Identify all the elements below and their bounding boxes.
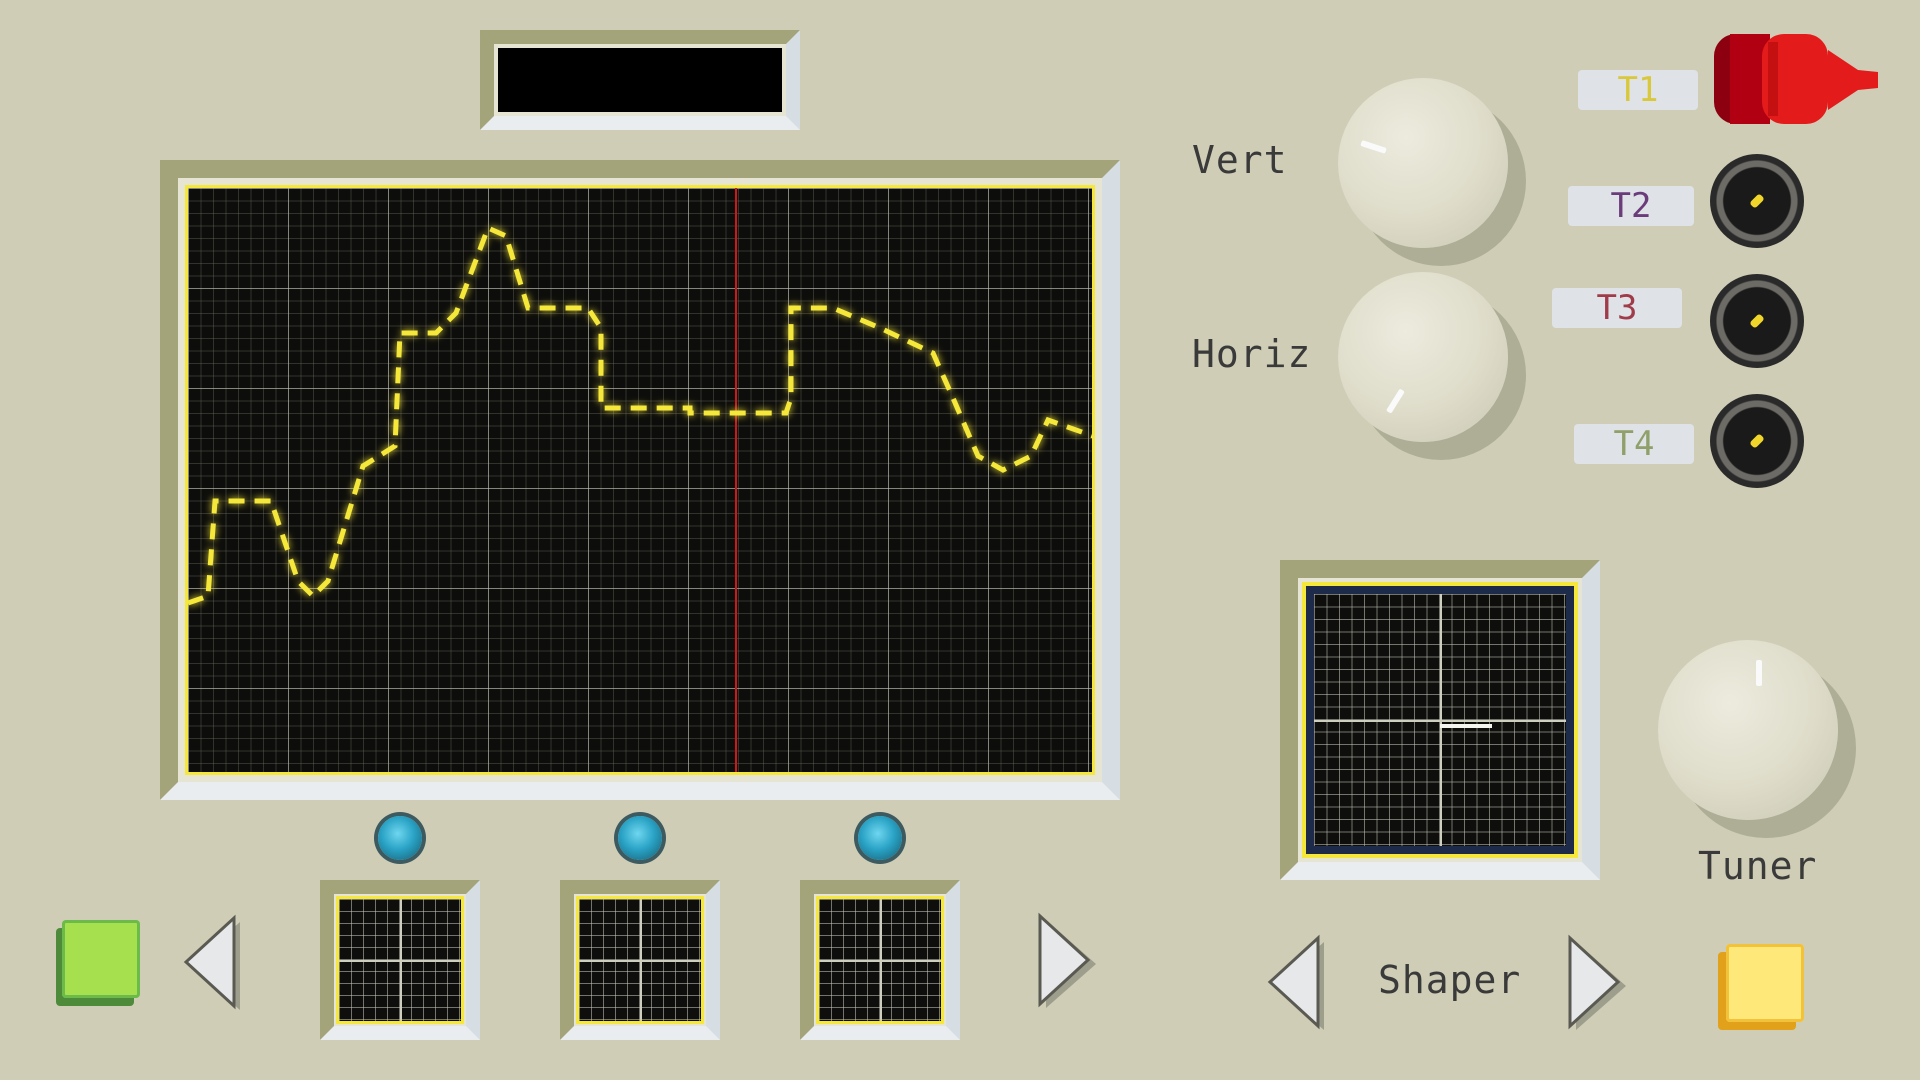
horiz-label: Horiz	[1192, 332, 1312, 376]
track-tag-t3: T3	[1552, 288, 1682, 328]
slot-screen-1[interactable]	[336, 896, 464, 1024]
jack-t2-indicator	[1749, 193, 1765, 209]
plug-shape	[1714, 34, 1878, 124]
left-arrow-shape	[1267, 934, 1324, 1030]
slots-left-arrow-icon[interactable]	[182, 910, 262, 1020]
jack-t2[interactable]	[1710, 154, 1804, 248]
oscilloscope-screen	[185, 185, 1095, 775]
shaper-left-arrow-icon[interactable]	[1266, 930, 1346, 1040]
jack-t3-indicator	[1749, 313, 1765, 329]
right-arrow-shape	[1568, 934, 1626, 1030]
readout-frame	[480, 30, 800, 130]
jack-t4-indicator	[1749, 433, 1765, 449]
vert-label: Vert	[1192, 138, 1288, 182]
track-tag-t4: T4	[1574, 424, 1694, 464]
oscilloscope-trace	[188, 188, 1092, 772]
vert-knob-indicator	[1360, 140, 1387, 154]
green-button[interactable]	[62, 920, 140, 998]
tuner-knob[interactable]	[1658, 640, 1838, 820]
shaper-right-arrow-icon[interactable]	[1562, 930, 1642, 1040]
track-tag-t1: T1	[1578, 70, 1698, 110]
right-arrow-shape-2	[1038, 912, 1096, 1008]
led-2	[618, 816, 662, 860]
track-tag-t2: T2	[1568, 186, 1694, 226]
horiz-knob-indicator	[1386, 388, 1405, 414]
jack-t4[interactable]	[1710, 394, 1804, 488]
waveform-line	[188, 224, 1092, 606]
slots-right-arrow-icon[interactable]	[1032, 908, 1112, 1018]
tuner-label: Tuner	[1698, 844, 1818, 888]
led-1	[378, 816, 422, 860]
plug-icon[interactable]	[1710, 30, 1880, 128]
horiz-knob[interactable]	[1338, 272, 1508, 442]
shaper-screen-border	[1302, 582, 1578, 858]
shaper-marker	[1440, 724, 1492, 728]
yellow-button[interactable]	[1726, 944, 1804, 1022]
slot-screen-3[interactable]	[816, 896, 944, 1024]
slot-screen-2[interactable]	[576, 896, 704, 1024]
readout-display	[498, 48, 782, 112]
tuner-knob-indicator	[1756, 660, 1762, 686]
vert-knob[interactable]	[1338, 78, 1508, 248]
led-3	[858, 816, 902, 860]
shaper-screen	[1314, 594, 1566, 846]
left-arrow-shape-2	[183, 914, 240, 1010]
shaper-label: Shaper	[1378, 958, 1522, 1002]
jack-t3[interactable]	[1710, 274, 1804, 368]
